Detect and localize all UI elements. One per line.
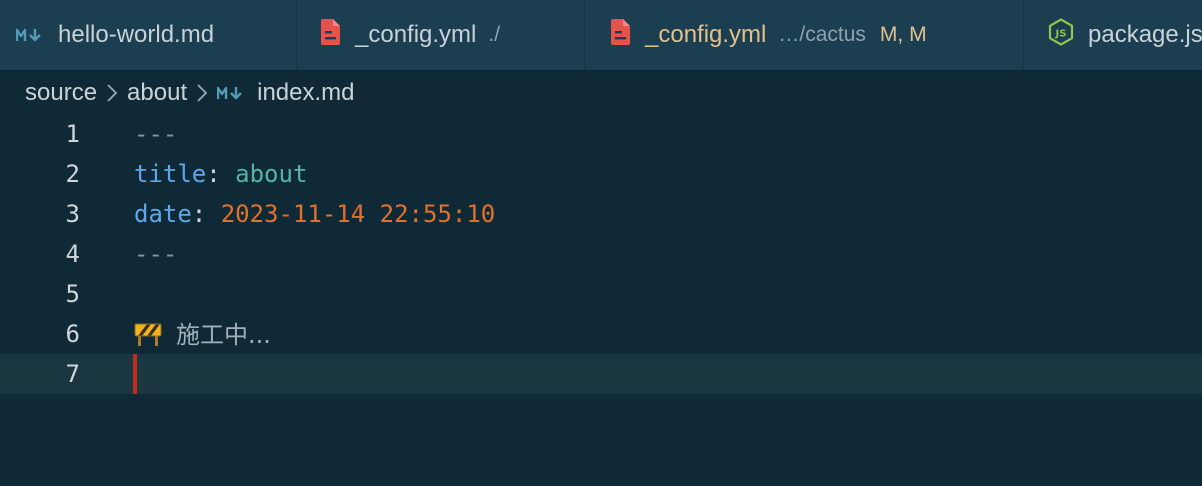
editor-line: 1 ---	[0, 114, 1202, 154]
code-text: 施工中...	[134, 315, 271, 353]
line-number: 6	[65, 320, 80, 348]
frontmatter-delimiter: ---	[134, 120, 178, 148]
yaml-key: title	[134, 160, 207, 188]
tab-hello-world-md[interactable]: hello-world.md	[0, 0, 297, 70]
tab-label: _config.yml	[355, 21, 477, 48]
line-number: 7	[65, 360, 80, 388]
breadcrumb-item-about[interactable]: about	[127, 79, 187, 107]
code-text: date: 2023-11-14 22:55:10	[134, 200, 495, 228]
editor-tab-bar: hello-world.md _config.yml ./ _config.ym…	[0, 0, 1202, 71]
yaml-value: about	[235, 160, 308, 188]
markdown-icon	[217, 85, 245, 101]
markdown-icon	[16, 27, 44, 43]
editor-line: 5	[0, 274, 1202, 314]
line-number: 4	[65, 240, 80, 268]
yaml-file-icon	[319, 18, 341, 53]
editor-line: 4 ---	[0, 234, 1202, 274]
line-number: 3	[65, 200, 80, 228]
editor-line-current: 7	[0, 354, 1202, 394]
yaml-file-icon	[609, 18, 631, 53]
line-number: 5	[65, 280, 80, 308]
yaml-date-value: 2023-11-14 22:55:10	[220, 200, 496, 228]
text-cursor	[133, 354, 137, 394]
chevron-right-icon	[196, 83, 208, 103]
tab-config-yml-cactus[interactable]: _config.yml …/cactus M, M	[585, 0, 1024, 70]
line-number: 2	[65, 160, 80, 188]
construction-icon	[134, 321, 162, 353]
code-editor[interactable]: 1 --- 2 title: about 3 date: 2023-11-14 …	[0, 114, 1202, 486]
nodejs-icon: JS	[1048, 17, 1074, 53]
editor-line: 2 title: about	[0, 154, 1202, 194]
breadcrumb-item-index-md[interactable]: index.md	[257, 79, 354, 107]
editor-line: 3 date: 2023-11-14 22:55:10	[0, 194, 1202, 234]
tab-description: …/cactus	[778, 23, 866, 46]
tab-label: _config.yml	[645, 21, 767, 48]
breadcrumb-item-source[interactable]: source	[25, 79, 97, 107]
tab-label: package.json	[1088, 21, 1202, 48]
tab-label: hello-world.md	[58, 21, 215, 48]
line-text: 施工中...	[176, 321, 271, 349]
chevron-right-icon	[106, 83, 118, 103]
svg-text:JS: JS	[1055, 28, 1067, 39]
tab-package-json[interactable]: JS package.json	[1024, 0, 1202, 70]
code-text: title: about	[134, 160, 307, 188]
line-number: 1	[65, 120, 80, 148]
tab-description: ./	[488, 23, 501, 46]
editor-line: 6 施工中...	[0, 314, 1202, 354]
tab-config-yml-root[interactable]: _config.yml ./	[297, 0, 585, 70]
yaml-colon: :	[191, 200, 207, 228]
breadcrumb: source about index.md	[0, 70, 1202, 116]
yaml-colon: :	[206, 160, 221, 188]
frontmatter-delimiter: ---	[134, 240, 178, 268]
yaml-key: date	[134, 200, 192, 228]
modified-indicator: M, M	[879, 23, 927, 46]
